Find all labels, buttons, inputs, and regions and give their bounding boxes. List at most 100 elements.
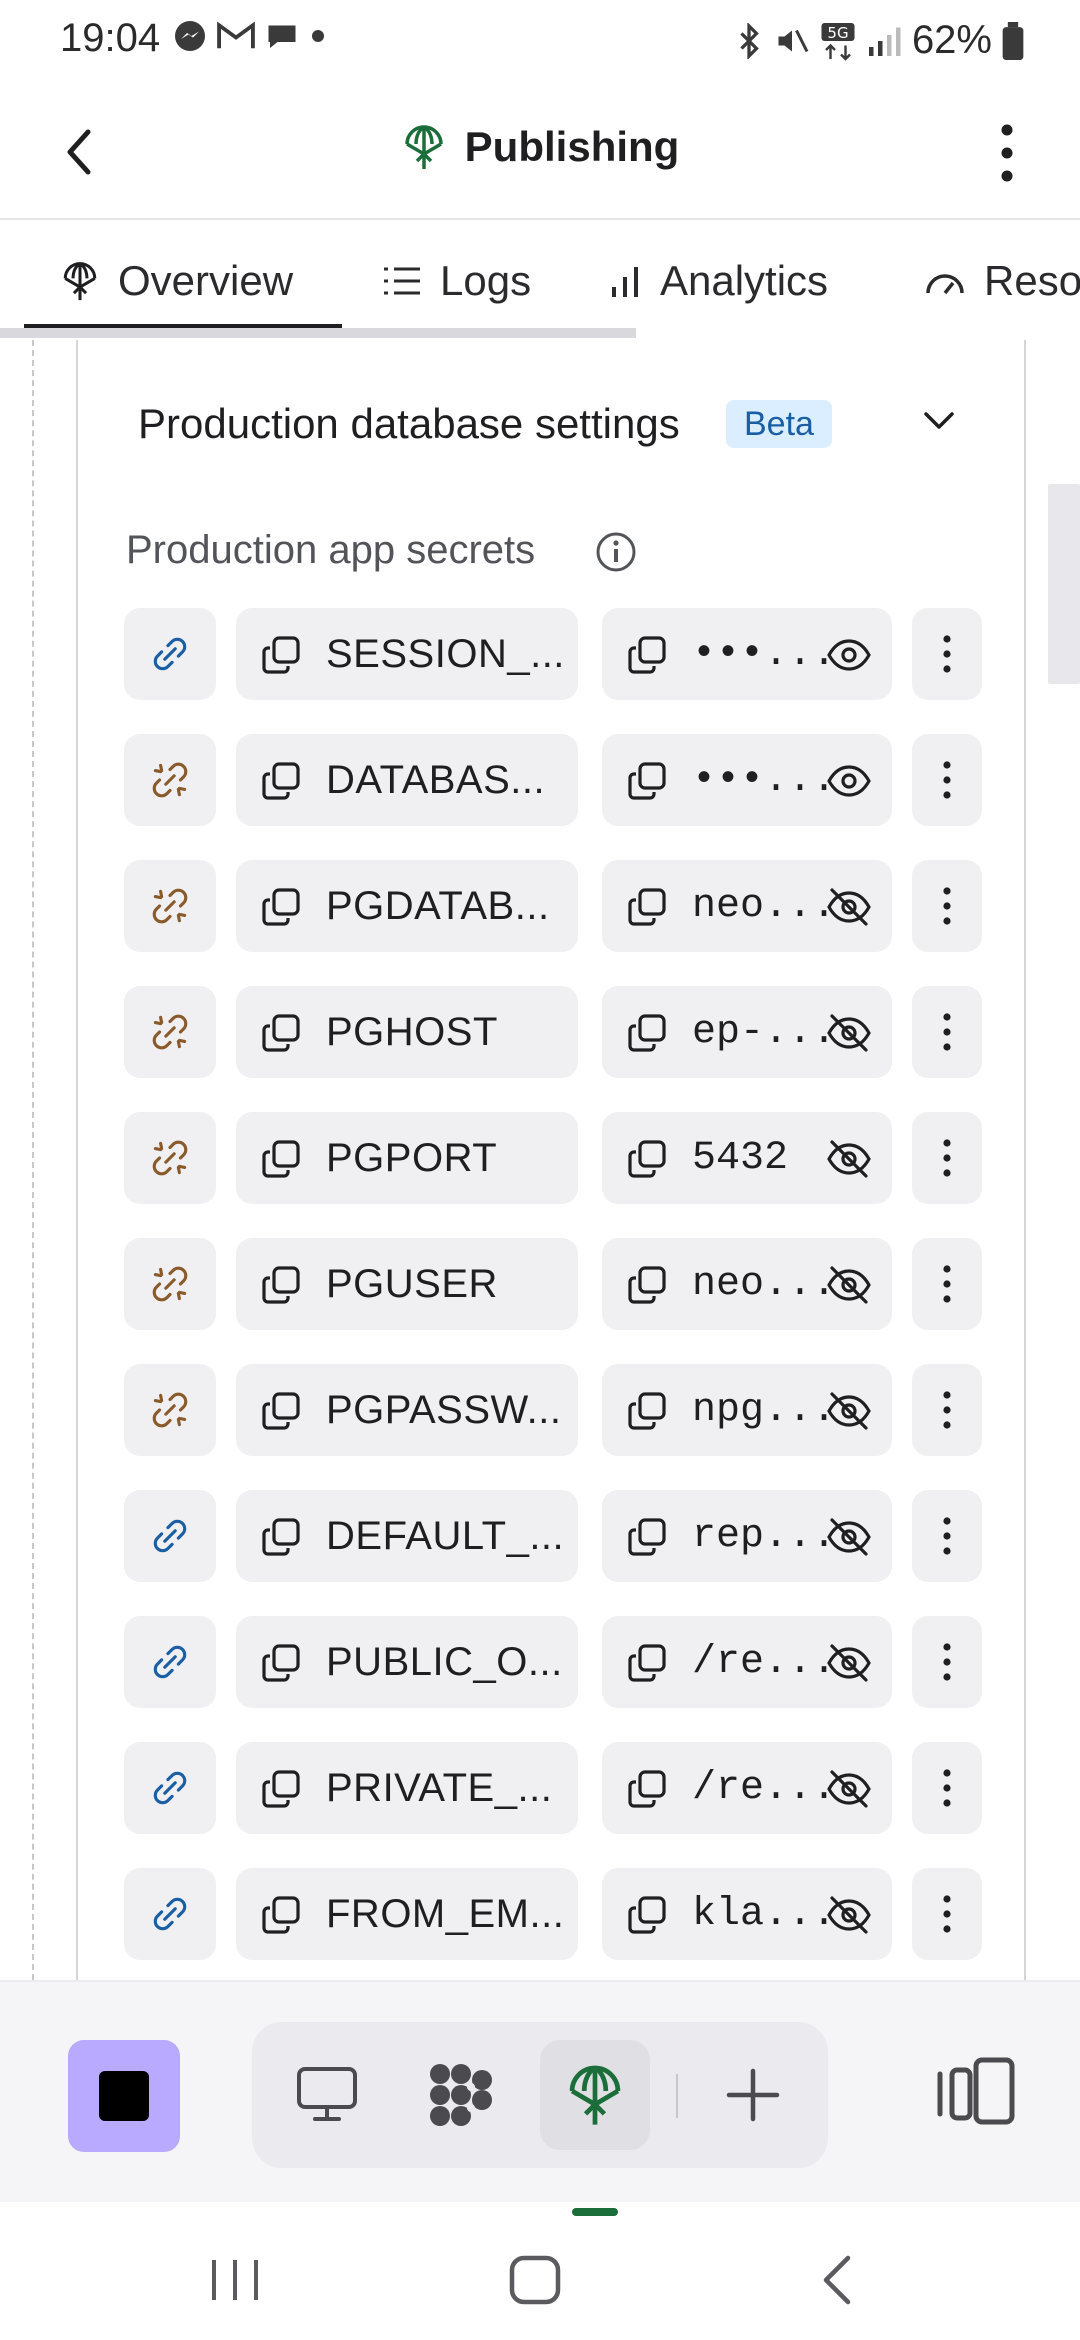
secret-menu-button[interactable] xyxy=(912,986,982,1078)
recents-icon[interactable] xyxy=(200,2250,270,2310)
secret-menu-button[interactable] xyxy=(912,608,982,700)
eye-off-icon[interactable] xyxy=(826,1514,872,1560)
secret-row: PGDATAB... neo... xyxy=(124,860,984,952)
secret-key-field[interactable]: PGPORT xyxy=(236,1112,578,1204)
secret-menu-button[interactable] xyxy=(912,1490,982,1582)
secret-key-field[interactable]: DEFAULT_... xyxy=(236,1490,578,1582)
desktop-icon xyxy=(297,2067,357,2121)
secret-key-field[interactable]: SESSION_... xyxy=(236,608,578,700)
secret-value-field[interactable]: •••... xyxy=(602,608,892,700)
secret-key-field[interactable]: FROM_EM... xyxy=(236,1868,578,1960)
secret-row: PGUSER neo... xyxy=(124,1238,984,1330)
integrations-button[interactable] xyxy=(406,2040,516,2150)
secret-key-field[interactable]: PGPASSW... xyxy=(236,1364,578,1456)
secret-row: PGHOST ep-... xyxy=(124,986,984,1078)
home-icon[interactable] xyxy=(500,2250,570,2310)
list-icon xyxy=(384,267,420,295)
secret-key-field[interactable]: PUBLIC_O... xyxy=(236,1616,578,1708)
system-nav-bar xyxy=(0,2216,1080,2340)
secret-menu-button[interactable] xyxy=(912,1112,982,1204)
secret-key-field[interactable]: PGHOST xyxy=(236,986,578,1078)
link-status-button[interactable] xyxy=(124,1742,216,1834)
secret-menu-button[interactable] xyxy=(912,734,982,826)
secret-value-field[interactable]: npg... xyxy=(602,1364,892,1456)
secret-value-field[interactable]: /re... xyxy=(602,1742,892,1834)
eye-off-icon[interactable] xyxy=(826,1010,872,1056)
secret-key-field[interactable]: PGUSER xyxy=(236,1238,578,1330)
more-vertical-icon[interactable] xyxy=(982,118,1032,188)
link-icon xyxy=(153,637,187,671)
more-vertical-icon xyxy=(943,761,951,799)
eye-off-icon[interactable] xyxy=(826,1766,872,1812)
copy-icon xyxy=(262,1896,300,1934)
signal-icon xyxy=(868,27,901,56)
back-icon[interactable] xyxy=(804,2250,874,2310)
link-status-button[interactable] xyxy=(124,1490,216,1582)
tab-analytics[interactable]: Analytics xyxy=(610,246,828,316)
link-status-button[interactable] xyxy=(124,1616,216,1708)
secret-value-field[interactable]: 5432 xyxy=(602,1112,892,1204)
content-scrollbar[interactable] xyxy=(1048,484,1080,684)
link-status-button[interactable] xyxy=(124,986,216,1078)
info-icon[interactable] xyxy=(594,530,638,574)
secret-value-field[interactable]: neo... xyxy=(602,860,892,952)
eye-off-icon[interactable] xyxy=(826,1892,872,1938)
bottom-dock xyxy=(0,1980,1080,2202)
eye-off-icon[interactable] xyxy=(826,1136,872,1182)
5g-icon: 5G xyxy=(821,22,855,61)
copy-icon xyxy=(262,1644,300,1682)
secret-key-field[interactable]: PGDATAB... xyxy=(236,860,578,952)
secret-value-field[interactable]: /re... xyxy=(602,1616,892,1708)
link-status-button[interactable] xyxy=(124,1868,216,1960)
eye-icon[interactable] xyxy=(826,632,872,678)
secret-value-field[interactable]: neo... xyxy=(602,1238,892,1330)
link-status-button[interactable] xyxy=(124,734,216,826)
status-time: 19:04 xyxy=(60,16,161,60)
panels-icon[interactable] xyxy=(930,2046,1020,2136)
tab-overview[interactable]: Overview xyxy=(60,246,293,316)
secret-menu-button[interactable] xyxy=(912,1868,982,1960)
stop-button[interactable] xyxy=(68,2040,180,2152)
eye-off-icon[interactable] xyxy=(826,884,872,930)
chevron-down-icon[interactable] xyxy=(914,396,964,446)
secret-value-field[interactable]: ep-... xyxy=(602,986,892,1078)
secret-key-text: PGHOST xyxy=(326,1010,498,1054)
active-tool-indicator xyxy=(572,2208,618,2216)
secret-value-text: ep-... xyxy=(692,1010,837,1055)
eye-icon[interactable] xyxy=(826,758,872,804)
secret-key-text: PGUSER xyxy=(326,1262,498,1306)
link-status-button[interactable] xyxy=(124,860,216,952)
secret-value-field[interactable]: rep... xyxy=(602,1490,892,1582)
section-title[interactable]: Production database settings xyxy=(138,400,680,448)
secret-key-field[interactable]: PRIVATE_... xyxy=(236,1742,578,1834)
tab-resources[interactable]: Reso xyxy=(924,246,1080,316)
messenger-icon xyxy=(175,21,205,51)
secret-menu-button[interactable] xyxy=(912,860,982,952)
secret-menu-button[interactable] xyxy=(912,1616,982,1708)
tab-logs[interactable]: Logs xyxy=(382,246,531,316)
secret-menu-button[interactable] xyxy=(912,1364,982,1456)
secret-menu-button[interactable] xyxy=(912,1742,982,1834)
secret-key-field[interactable]: DATABAS... xyxy=(236,734,578,826)
link-status-button[interactable] xyxy=(124,1238,216,1330)
link-status-button[interactable] xyxy=(124,608,216,700)
copy-icon xyxy=(262,1266,300,1304)
desktop-button[interactable] xyxy=(272,2040,382,2150)
secret-value-text: neo... xyxy=(692,1262,837,1307)
chat-icon xyxy=(268,25,296,48)
eye-off-icon[interactable] xyxy=(826,1262,872,1308)
link-status-button[interactable] xyxy=(124,1364,216,1456)
link-status-button[interactable] xyxy=(124,1112,216,1204)
tab-label: Logs xyxy=(440,257,532,304)
tab-scrollbar[interactable] xyxy=(0,328,636,338)
publishing-button[interactable] xyxy=(540,2040,650,2150)
copy-icon xyxy=(628,1392,666,1430)
secret-key-text: DEFAULT_... xyxy=(326,1514,565,1558)
more-vertical-icon xyxy=(943,1769,951,1807)
eye-off-icon[interactable] xyxy=(826,1388,872,1434)
add-tool-button[interactable] xyxy=(698,2040,808,2150)
secret-value-field[interactable]: •••... xyxy=(602,734,892,826)
eye-off-icon[interactable] xyxy=(826,1640,872,1686)
secret-value-field[interactable]: kla... xyxy=(602,1868,892,1960)
secret-menu-button[interactable] xyxy=(912,1238,982,1330)
